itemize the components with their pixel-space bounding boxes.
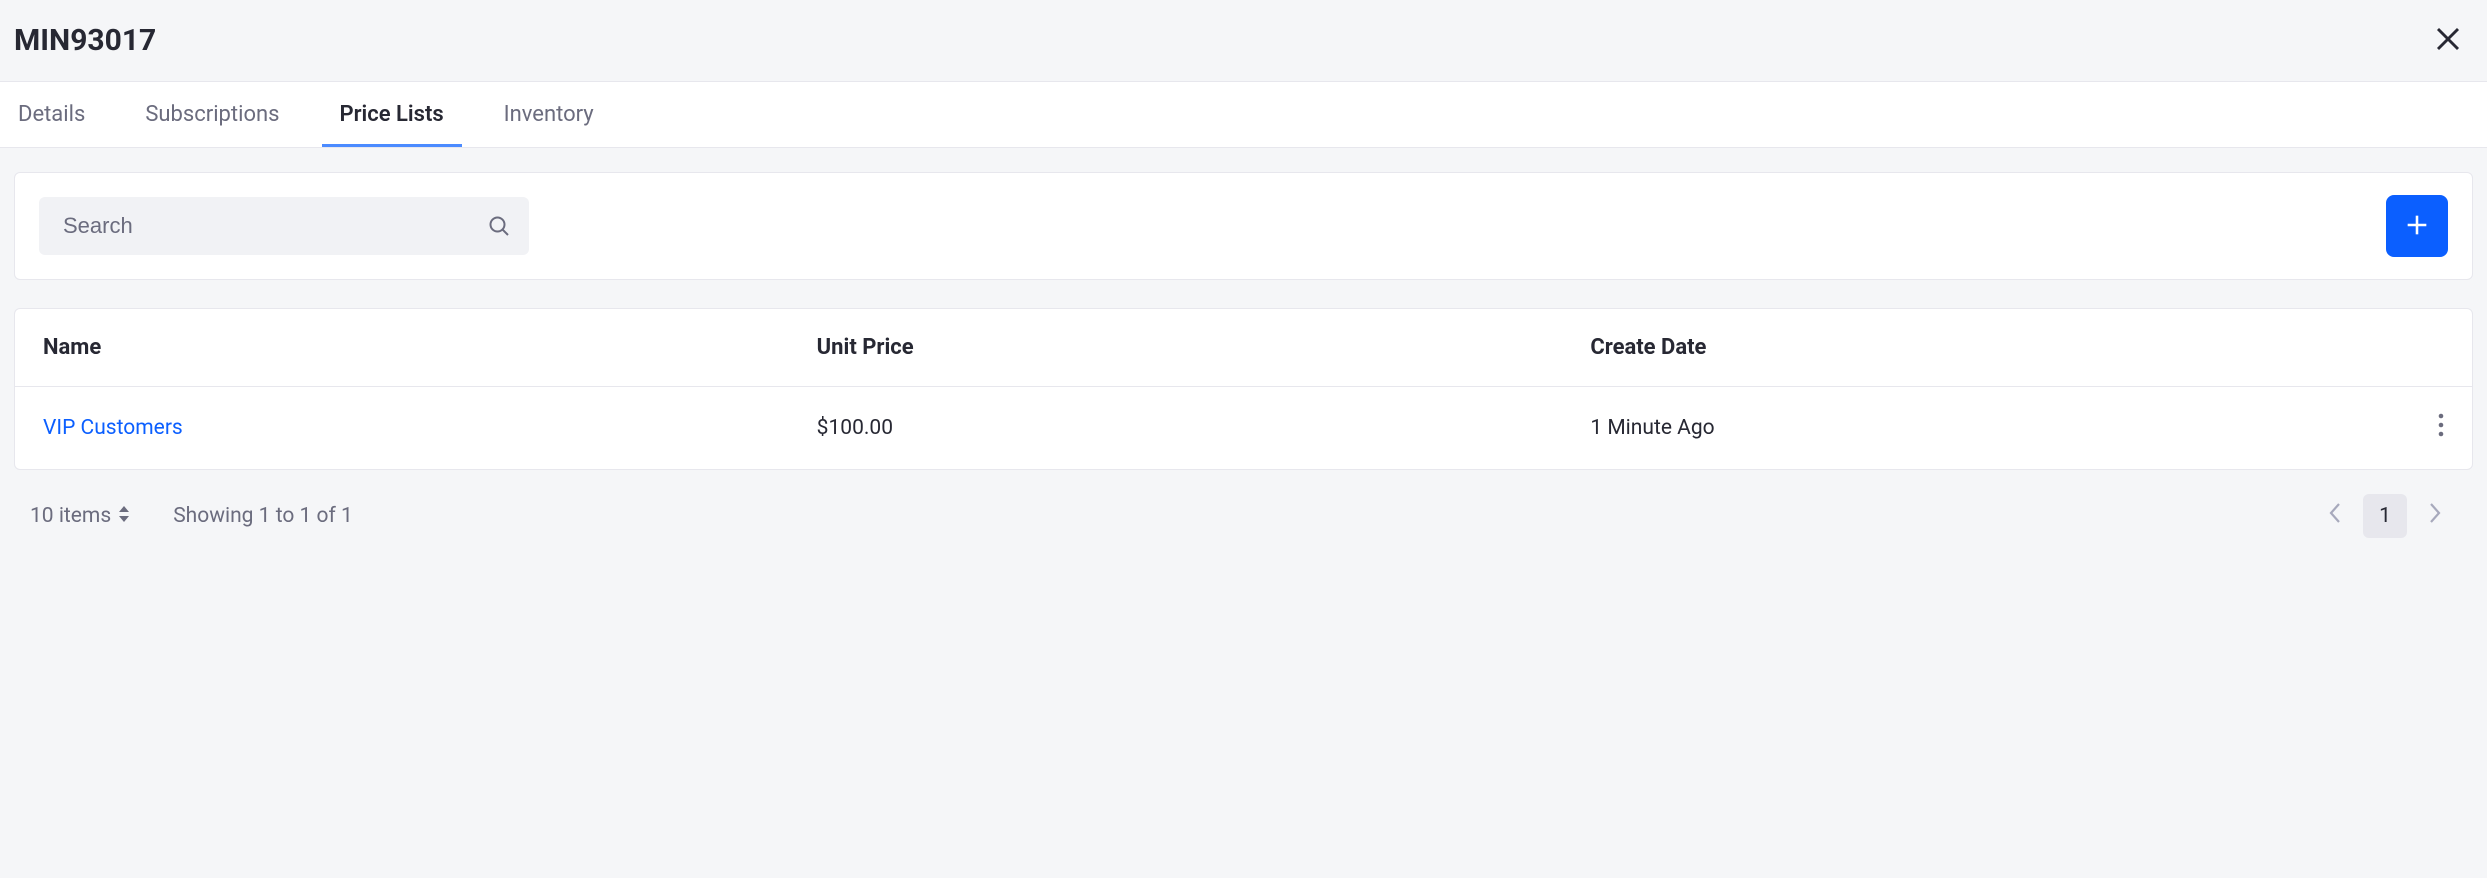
search-input[interactable]: [63, 213, 487, 239]
price-list-name-link[interactable]: VIP Customers: [43, 416, 817, 440]
table-row: VIP Customers $100.00 1 Minute Ago: [15, 387, 2472, 469]
col-create-date[interactable]: Create Date: [1590, 335, 2364, 360]
kebab-icon: [2438, 419, 2444, 443]
page-title: MIN93017: [14, 23, 156, 58]
search-wrap: [39, 197, 529, 255]
tab-details[interactable]: Details: [14, 82, 89, 147]
showing-text: Showing 1 to 1 of 1: [173, 504, 353, 528]
cell-unit-price: $100.00: [817, 416, 1591, 440]
table-header: Name Unit Price Create Date: [15, 309, 2472, 387]
row-actions-button[interactable]: [2364, 413, 2444, 443]
items-per-page-select[interactable]: 10 items: [30, 504, 129, 528]
table-footer: 10 items Showing 1 to 1 of 1 1: [14, 470, 2473, 548]
plus-icon: [2403, 211, 2431, 242]
tab-inventory[interactable]: Inventory: [500, 82, 598, 147]
price-list-table: Name Unit Price Create Date VIP Customer…: [14, 308, 2473, 470]
chevron-right-icon: [2428, 502, 2442, 530]
search-icon[interactable]: [487, 214, 511, 238]
tabs: Details Subscriptions Price Lists Invent…: [0, 82, 2487, 148]
cell-create-date: 1 Minute Ago: [1590, 416, 2364, 440]
close-icon: [2433, 24, 2463, 57]
sort-icon: [119, 504, 129, 528]
page-1-button[interactable]: 1: [2363, 494, 2407, 538]
col-name[interactable]: Name: [43, 335, 817, 360]
col-unit-price[interactable]: Unit Price: [817, 335, 1591, 360]
pagination: 1: [2313, 494, 2457, 538]
next-page-button[interactable]: [2413, 494, 2457, 538]
close-button[interactable]: [2427, 18, 2469, 63]
add-button[interactable]: [2386, 195, 2448, 257]
chevron-left-icon: [2328, 502, 2342, 530]
items-per-page-label: 10 items: [30, 504, 111, 528]
toolbar: [14, 172, 2473, 280]
prev-page-button[interactable]: [2313, 494, 2357, 538]
tab-price-lists[interactable]: Price Lists: [336, 82, 448, 147]
tab-subscriptions[interactable]: Subscriptions: [141, 82, 283, 147]
